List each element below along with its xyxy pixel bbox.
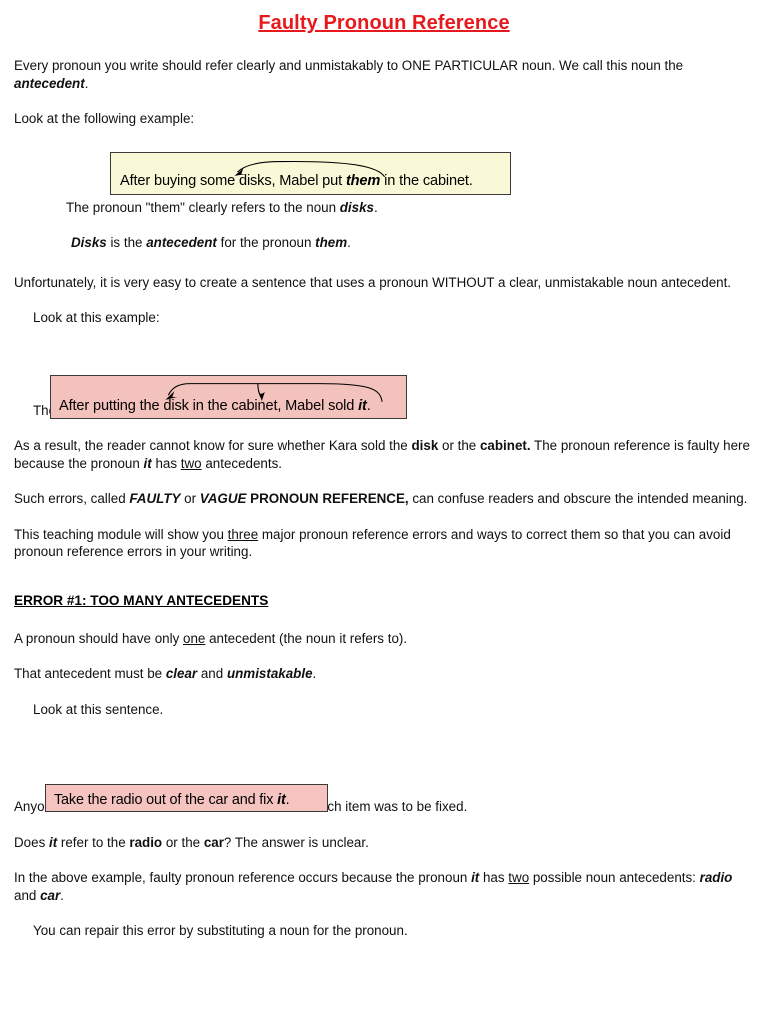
- paragraph-does-it-refer: Does it refer to the radio or the car? T…: [0, 834, 768, 852]
- example-box-cabinet: After putting the disk in the cabinet, M…: [50, 375, 407, 419]
- above-example-e: .: [60, 887, 64, 903]
- as-result-b: or the: [438, 438, 480, 453]
- noun-radio: radio: [129, 834, 163, 850]
- document-page: Faulty Pronoun Reference Every pronoun y…: [0, 12, 768, 1036]
- paragraph-such-errors: Such errors, called FAULTY or VAGUE PRON…: [0, 490, 768, 508]
- page-title: Faulty Pronoun Reference: [258, 12, 510, 34]
- noun-radio-2: radio: [699, 870, 733, 885]
- example-text-b: in the cabinet.: [380, 173, 473, 189]
- module-a: This teaching module will show you: [14, 526, 228, 542]
- example-text-b: .: [366, 398, 371, 414]
- example-text-a: After buying some disks, Mabel put: [120, 173, 346, 189]
- as-result-a: As a result, the reader cannot know for …: [14, 438, 412, 453]
- paragraph-only-one: A pronoun should have only one anteceden…: [0, 630, 768, 648]
- example-sentence-disks: After buying some disks, Mabel put them …: [120, 173, 473, 189]
- noun-disks-subject: Disks: [71, 235, 107, 250]
- paragraph-look-this-example: Look at this example:: [33, 310, 160, 325]
- paragraph-intro: Every pronoun you write should refer cle…: [0, 57, 768, 92]
- paragraph-repair: You can repair this error by substitutin…: [33, 923, 408, 938]
- disks-text-d: for the pronoun: [216, 235, 316, 250]
- pronoun-it-2: it: [143, 455, 152, 471]
- paragraph-above-example: In the above example, faulty pronoun ref…: [0, 869, 768, 904]
- noun-car-2: car: [40, 887, 61, 903]
- pronoun-them: them: [315, 235, 348, 250]
- emphasis-three: three: [227, 526, 259, 542]
- example-sentence-cabinet: After putting the disk in the cabinet, M…: [59, 398, 371, 414]
- does-it-d: or the: [162, 834, 204, 850]
- example-box-spacer-3: [0, 718, 768, 766]
- does-it-a: Does: [14, 834, 49, 850]
- such-errors-a: Such errors, called: [14, 491, 130, 506]
- example-sentence-radio: Take the radio out of the car and fix it…: [54, 792, 290, 808]
- does-it-e: ? The answer is unclear.: [223, 834, 369, 850]
- example-text-b: .: [285, 792, 290, 808]
- does-it-c: refer to the: [57, 834, 130, 850]
- noun-car: car: [203, 834, 224, 850]
- such-errors-d: can confuse readers and obscure the inte…: [408, 491, 748, 506]
- such-errors-b: or: [180, 491, 200, 506]
- must-be-b: and: [197, 666, 227, 681]
- above-example-a: In the above example, faulty pronoun ref…: [14, 870, 472, 885]
- noun-disks: disks: [339, 199, 374, 215]
- disks-text-b: is the: [106, 235, 147, 250]
- paragraph-unfortunately: Unfortunately, it is very easy to create…: [14, 274, 732, 290]
- term-vague: VAGUE: [199, 491, 247, 506]
- paragraph-disks-antecedent: Disks is the antecedent for the pronoun …: [0, 234, 768, 252]
- above-example-b: has: [479, 870, 509, 885]
- above-example-d: and: [14, 887, 41, 903]
- only-one-a: A pronoun should have only: [14, 630, 183, 646]
- term-antecedent-2: antecedent: [146, 235, 217, 250]
- term-clear: clear: [165, 666, 198, 681]
- intro-text-c: .: [84, 75, 89, 91]
- paragraph-look-sentence: Look at this sentence.: [33, 701, 164, 717]
- paragraph-as-result: As a result, the reader cannot know for …: [0, 437, 768, 472]
- paragraph-refers: The pronoun "them" clearly refers to the…: [0, 199, 768, 217]
- must-be-a: That antecedent must be: [14, 666, 166, 681]
- as-result-d: has: [151, 455, 181, 471]
- refers-text-a: The pronoun "them" clearly refers to the…: [66, 199, 340, 215]
- noun-cabinet: cabinet.: [479, 438, 531, 453]
- example-box-disks: After buying some disks, Mabel put them …: [110, 152, 511, 195]
- pronoun-it-3: it: [48, 834, 58, 850]
- intro-text-a: Every pronoun you write should refer cle…: [14, 58, 684, 73]
- example-box-radio: Take the radio out of the car and fix it…: [45, 784, 328, 812]
- example-text-a: Take the radio out of the car and fix: [54, 792, 278, 808]
- refers-text-c: .: [374, 199, 378, 215]
- disks-text-f: .: [347, 235, 351, 250]
- term-antecedent: antecedent: [14, 75, 85, 91]
- example-pronoun-them: them: [345, 173, 381, 189]
- emphasis-one: one: [183, 630, 206, 646]
- term-faulty: FAULTY: [129, 491, 181, 506]
- term-unmistakable: unmistakable: [226, 666, 313, 681]
- section-heading-error-1: ERROR #1: TOO MANY ANTECEDENTS: [14, 592, 269, 608]
- only-one-c: antecedent (the noun it refers to).: [205, 630, 408, 646]
- paragraph-teaching-module: This teaching module will show you three…: [0, 526, 768, 561]
- must-be-c: .: [312, 666, 317, 681]
- above-example-c: possible noun antecedents:: [529, 870, 700, 885]
- emphasis-two: two: [180, 455, 202, 471]
- term-pronoun-reference: PRONOUN REFERENCE,: [250, 491, 409, 506]
- paragraph-must-be-clear: That antecedent must be clear and unmist…: [0, 665, 768, 683]
- paragraph-look-following: Look at the following example:: [14, 111, 195, 126]
- example-pronoun-it: it: [358, 398, 367, 414]
- as-result-e: antecedents.: [201, 455, 283, 471]
- example-pronoun-it-2: it: [277, 792, 286, 808]
- noun-disk: disk: [411, 438, 439, 453]
- emphasis-two-2: two: [508, 870, 530, 885]
- example-text-a: After putting the disk in the cabinet, M…: [59, 398, 359, 414]
